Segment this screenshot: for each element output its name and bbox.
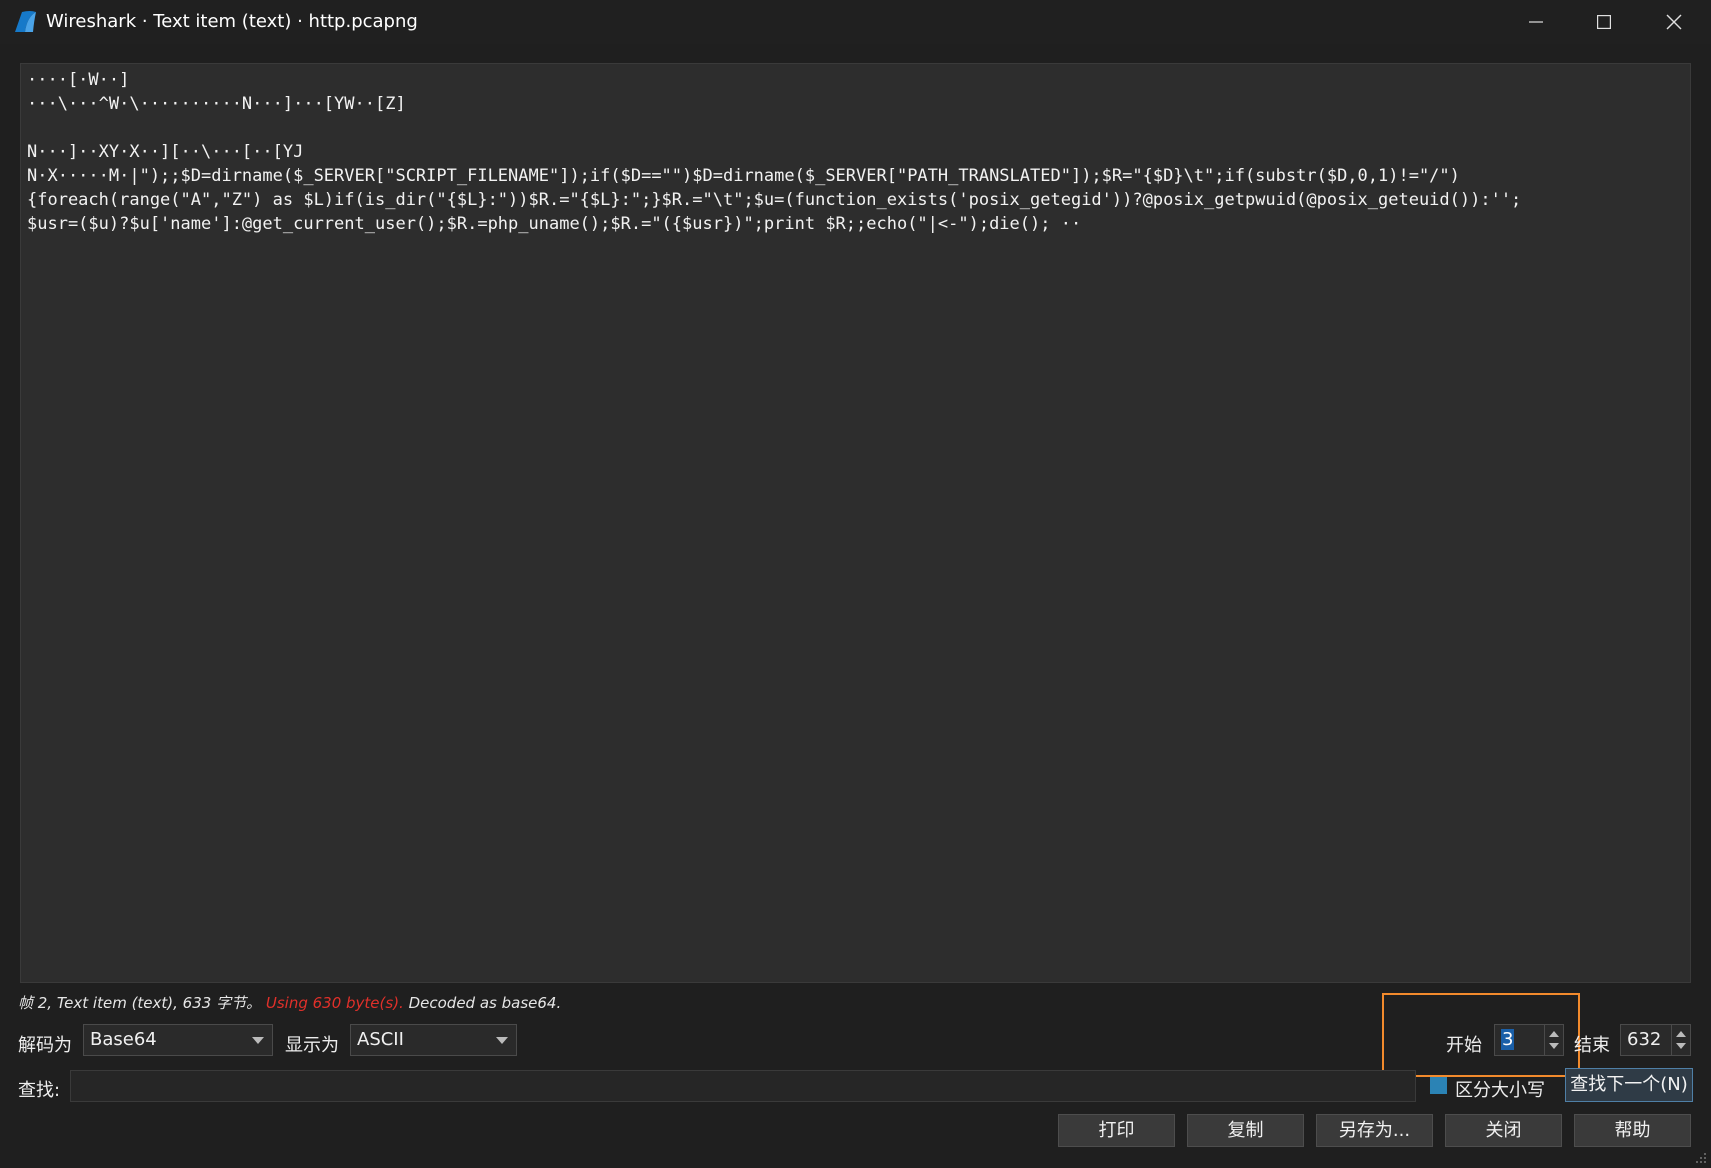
text-line: {foreach(range("A","Z") as $L)if(is_dir(…: [27, 190, 1522, 210]
chevron-down-icon: [496, 1037, 508, 1044]
maximize-button[interactable]: [1570, 0, 1638, 44]
show-as-value: ASCII: [357, 1029, 404, 1050]
save-as-button[interactable]: 另存为...: [1316, 1114, 1433, 1147]
text-line: ····[·W··]: [27, 70, 130, 90]
status-frame-info: 帧 2, Text item (text), 633 字节。: [18, 994, 262, 1012]
close-icon: [1666, 14, 1682, 30]
decode-as-select[interactable]: Base64: [83, 1024, 273, 1056]
find-label: 查找:: [18, 1080, 61, 1101]
text-line: ···\···^W·\··········N···]···[YW··[Z]: [27, 94, 406, 114]
text-line: N·X·····M·|");;$D=dirname($_SERVER["SCRI…: [27, 166, 1460, 186]
close-window-button[interactable]: [1640, 0, 1708, 44]
close-button[interactable]: 关闭: [1445, 1114, 1562, 1147]
resize-grip-icon[interactable]: [1693, 1150, 1707, 1164]
maximize-icon: [1597, 15, 1611, 29]
find-next-button[interactable]: 查找下一个(N): [1565, 1068, 1693, 1102]
find-input[interactable]: [70, 1070, 1416, 1102]
spin-down-icon: [1676, 1043, 1686, 1049]
spin-up-icon: [1676, 1031, 1686, 1037]
show-as-select[interactable]: ASCII: [350, 1024, 517, 1056]
status-byte-warning: Using 630 byte(s).: [265, 994, 404, 1012]
status-info: 帧 2, Text item (text), 633 字节。 Using 630…: [18, 992, 561, 1013]
minimize-button[interactable]: [1502, 0, 1570, 44]
case-sensitive-label: 区分大小写: [1455, 1080, 1545, 1101]
minimize-icon: [1529, 21, 1543, 23]
end-stepper[interactable]: [1671, 1025, 1690, 1055]
wireshark-fin-icon: [15, 11, 36, 32]
copy-button[interactable]: 复制: [1187, 1114, 1304, 1147]
end-spinbox[interactable]: 632: [1620, 1024, 1691, 1056]
end-value: 632: [1627, 1029, 1662, 1050]
end-label: 结束: [1574, 1035, 1610, 1056]
print-button[interactable]: 打印: [1058, 1114, 1175, 1147]
show-as-label: 显示为: [285, 1035, 339, 1056]
status-decode-info: Decoded as base64.: [408, 994, 562, 1012]
case-sensitive-checkbox[interactable]: [1430, 1077, 1447, 1094]
decoded-text-view[interactable]: ····[·W··] ···\···^W·\··········N···]···…: [20, 63, 1691, 983]
highlight-annotation: [1382, 993, 1580, 1077]
help-button[interactable]: 帮助: [1574, 1114, 1691, 1147]
text-line: N···]··XY·X··][··\···[··[YJ: [27, 142, 304, 162]
text-line: $usr=($u)?$u['name']:@get_current_user()…: [27, 214, 1082, 234]
title-bar: Wireshark · Text item (text) · http.pcap…: [0, 0, 1711, 44]
chevron-down-icon: [252, 1037, 264, 1044]
window-title: Wireshark · Text item (text) · http.pcap…: [46, 11, 418, 32]
decode-as-label: 解码为: [18, 1035, 72, 1056]
decode-as-value: Base64: [90, 1029, 157, 1050]
